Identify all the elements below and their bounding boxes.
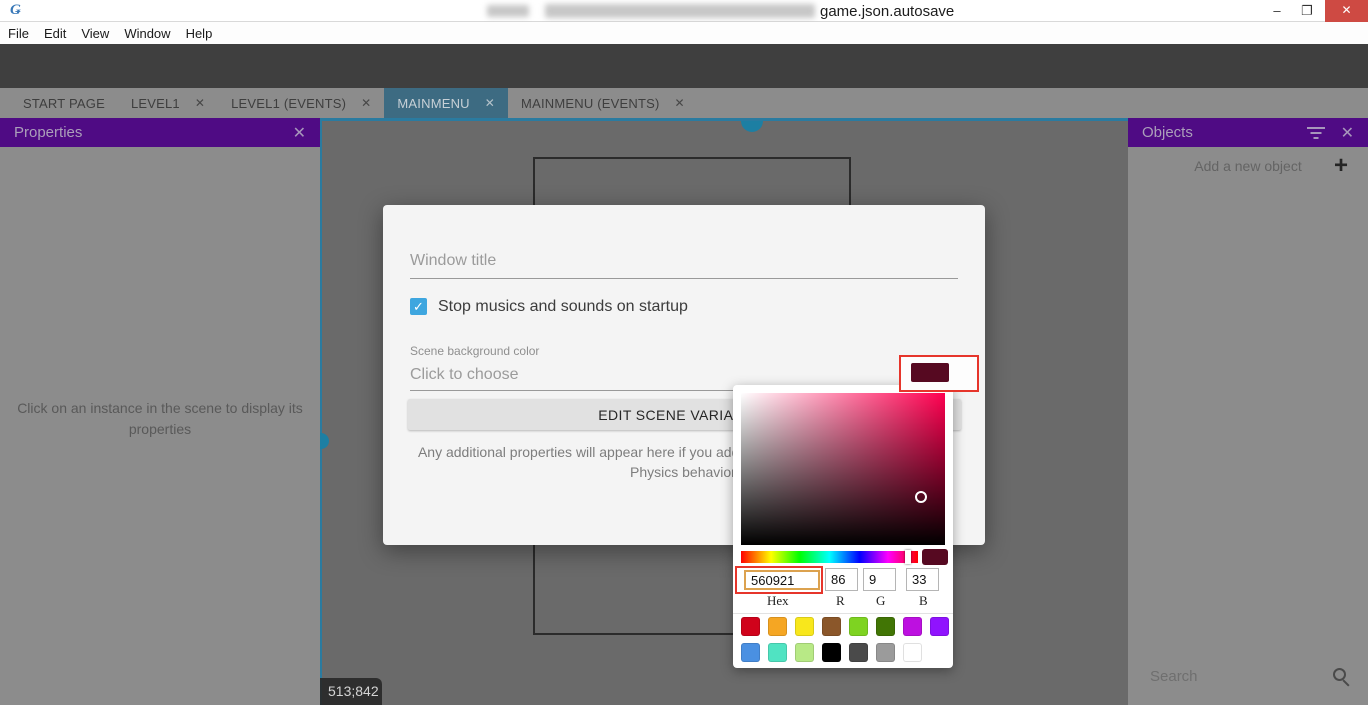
redacted-file-path [545, 4, 815, 18]
preset-color-swatch[interactable] [876, 617, 895, 636]
background-color-field[interactable]: Click to choose [410, 366, 519, 384]
window-title-field[interactable]: Window title [410, 252, 496, 270]
tab-label: MAINMENU [397, 96, 469, 111]
green-input[interactable] [863, 568, 896, 591]
minimize-button[interactable]: – [1262, 0, 1292, 22]
preset-color-swatch[interactable] [822, 643, 841, 662]
filter-icon[interactable] [1307, 127, 1325, 139]
tab-close-icon[interactable]: ✕ [485, 96, 495, 110]
tab-label: MAINMENU (EVENTS) [521, 96, 659, 111]
saturation-marker[interactable] [915, 491, 927, 503]
restore-button[interactable]: ❐ [1292, 0, 1322, 22]
toolbar: 1:1 [0, 44, 1368, 88]
properties-empty-message: Click on an instance in the scene to dis… [10, 398, 310, 440]
close-icon[interactable]: ✕ [293, 123, 306, 143]
preset-color-swatch[interactable] [795, 643, 814, 662]
tab-mainmenu-events[interactable]: MAINMENU (EVENTS) ✕ [508, 88, 698, 118]
red-label: R [836, 593, 845, 609]
tab-level1-events[interactable]: LEVEL1 (EVENTS) ✕ [218, 88, 384, 118]
close-button[interactable]: ✕ [1325, 0, 1368, 22]
green-label: G [876, 593, 885, 609]
preset-color-swatch[interactable] [741, 643, 760, 662]
hex-field-annotation [735, 566, 823, 594]
tab-close-icon[interactable]: ✕ [195, 96, 205, 110]
background-color-label: Scene background color [410, 344, 539, 358]
scene-color-swatch[interactable] [911, 363, 949, 382]
stop-sounds-checkbox[interactable]: ✓ [410, 298, 427, 315]
cursor-coordinates-badge: 513;842 [320, 678, 382, 705]
objects-search-row [1128, 658, 1368, 705]
objects-panel-title: Objects [1142, 124, 1193, 141]
tab-level1[interactable]: LEVEL1 ✕ [118, 88, 218, 118]
preset-color-swatch[interactable] [930, 617, 949, 636]
tab-mainmenu[interactable]: MAINMENU ✕ [384, 88, 508, 118]
preset-color-swatch[interactable] [903, 643, 922, 662]
menu-bar: File Edit View Window Help [0, 22, 1368, 44]
preset-color-swatch[interactable] [795, 617, 814, 636]
properties-panel: Properties ✕ Click on an instance in the… [0, 118, 320, 705]
window-title: game.json.autosave [820, 3, 954, 20]
add-object-label: Add a new object [1128, 158, 1368, 174]
preset-color-swatch[interactable] [903, 617, 922, 636]
tab-close-icon[interactable]: ✕ [675, 96, 685, 110]
objects-panel-header: Objects ✕ [1128, 118, 1368, 147]
hex-label: Hex [767, 593, 789, 609]
menu-window[interactable]: Window [124, 26, 170, 41]
tab-bar: START PAGE LEVEL1 ✕ LEVEL1 (EVENTS) ✕ MAIN… [0, 88, 1368, 118]
preset-color-swatch[interactable] [768, 643, 787, 662]
blue-label: B [919, 593, 928, 609]
preset-color-swatch[interactable] [876, 643, 895, 662]
color-picker-popup: Hex R G B [733, 385, 953, 668]
title-bar: Ǥ game.json.autosave – ❐ ✕ [0, 0, 1368, 22]
stop-sounds-label: Stop musics and sounds on startup [438, 298, 688, 316]
menu-edit[interactable]: Edit [44, 26, 66, 41]
search-input[interactable] [1150, 668, 1320, 685]
tab-start-page[interactable]: START PAGE [10, 88, 118, 118]
preset-color-swatch[interactable] [849, 643, 868, 662]
search-icon [1333, 668, 1346, 681]
close-icon[interactable]: ✕ [1341, 123, 1354, 143]
gdevelop-logo-icon: Ǥ [10, 2, 28, 20]
blue-input[interactable] [906, 568, 939, 591]
hue-slider-handle[interactable] [905, 550, 911, 564]
objects-panel: Objects ✕ Add a new object + [1128, 118, 1368, 705]
scene-selection-left-edge [320, 118, 322, 705]
menu-view[interactable]: View [81, 26, 109, 41]
redacted-window-text [487, 5, 529, 17]
scene-resize-handle-top[interactable] [741, 121, 763, 132]
menu-help[interactable]: Help [186, 26, 213, 41]
add-object-row[interactable]: Add a new object + [1128, 152, 1368, 182]
hex-input[interactable] [744, 570, 820, 590]
preset-color-swatch[interactable] [849, 617, 868, 636]
properties-panel-header: Properties ✕ [0, 118, 320, 147]
menu-file[interactable]: File [8, 26, 29, 41]
picker-divider [733, 613, 953, 614]
plus-icon[interactable]: + [1334, 152, 1348, 180]
field-underline [410, 278, 958, 279]
preset-color-swatch[interactable] [768, 617, 787, 636]
saturation-area[interactable] [741, 393, 945, 545]
hue-slider[interactable] [741, 551, 918, 563]
tab-label: LEVEL1 [131, 96, 180, 111]
current-color-preview [922, 549, 948, 565]
preset-color-swatch[interactable] [741, 617, 760, 636]
color-swatch-annotation [899, 355, 979, 392]
preset-color-swatch[interactable] [822, 617, 841, 636]
properties-panel-title: Properties [14, 124, 82, 141]
tab-label: LEVEL1 (EVENTS) [231, 96, 346, 111]
tab-label: START PAGE [23, 96, 105, 111]
red-input[interactable] [825, 568, 858, 591]
tab-close-icon[interactable]: ✕ [361, 96, 371, 110]
scene-selection-top-edge [320, 118, 1128, 121]
